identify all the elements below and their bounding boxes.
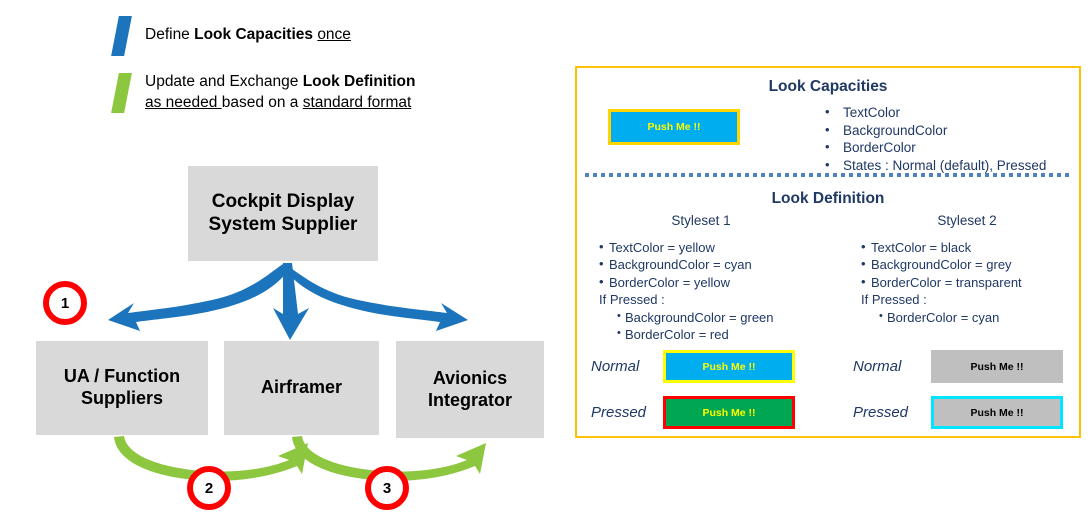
list-item: TextColor	[821, 103, 1046, 122]
flow-box-airframer[interactable]: Airframer	[224, 341, 379, 435]
list-item: TextColor = yellow	[599, 238, 829, 257]
blue-arrow-right	[285, 264, 468, 331]
step-badge-3-number: 3	[382, 479, 392, 497]
flow-box-ua-line2: Suppliers	[80, 388, 163, 408]
flow-box-ua-line1: UA / Function	[63, 366, 181, 387]
flow-box-cockpit-display-system-supplier[interactable]: Cockpit Display System Supplier	[188, 166, 378, 261]
list-item: TextColor = black	[861, 238, 1091, 257]
list-item: BackgroundColor	[821, 121, 1046, 140]
list-item: BorderColor = transparent	[861, 273, 1091, 292]
styleset-2-pressed-button[interactable]: Push Me !!	[931, 396, 1063, 429]
legend-label-define: Define Look Capacities once	[145, 24, 351, 45]
step-badge-2[interactable]: 2	[187, 466, 231, 510]
styleset-2-column: Styleset 2 TextColor = black BackgroundC…	[861, 212, 1091, 326]
flow-box-cds-text: Cockpit Display System Supplier	[209, 191, 358, 237]
legend-update-u1: as needed	[145, 94, 222, 111]
step-badge-2-number: 2	[204, 479, 214, 497]
legend-update-mid: based on a	[221, 94, 303, 111]
look-panel: Look Capacities Push Me !! TextColor Bac…	[575, 66, 1081, 438]
flow-box-avionics-line1: Avionics	[432, 367, 508, 388]
legend-update-line2: as needed based on a standard format	[145, 92, 416, 113]
list-item: BackgroundColor = green	[599, 308, 829, 327]
blue-slant-marker-icon	[111, 16, 132, 56]
legend-update-line1: Update and Exchange Look Definition	[145, 71, 416, 92]
styleset-1-props: TextColor = yellow BackgroundColor = cya…	[599, 238, 829, 292]
list-item: BackgroundColor = grey	[861, 255, 1091, 274]
slide-canvas: Define Look Capacities once Update and E…	[0, 0, 1091, 530]
styleset-1-pressed-button[interactable]: Push Me !!	[663, 396, 795, 429]
legend-text-underline: once	[317, 26, 351, 43]
styleset-1-normal-button-label: Push Me !!	[702, 360, 756, 373]
flow-box-avionics-integrator[interactable]: Avionics Integrator	[396, 341, 544, 438]
styleset-1-column: Styleset 1 TextColor = yellow Background…	[599, 212, 829, 344]
list-item: BackgroundColor = cyan	[599, 255, 829, 274]
look-capacities-sample-button-label: Push Me !!	[647, 121, 701, 133]
list-item: BorderColor = cyan	[861, 308, 1091, 327]
flow-box-avionics-text: Avionics Integrator	[428, 368, 512, 411]
styleset-2-pressed-props: BorderColor = cyan	[861, 308, 1091, 327]
list-item: States : Normal (default), Pressed	[821, 156, 1046, 175]
styleset-1-pressed-label: Pressed	[591, 404, 647, 421]
styleset-2-normal-row: Normal Push Me !!	[853, 350, 1063, 383]
styleset-1-pressed-button-label: Push Me !!	[702, 406, 756, 419]
flow-box-airframer-text: Airframer	[260, 377, 343, 398]
legend-text-pre: Define	[145, 26, 195, 43]
styleset-1-if-pressed-label: If Pressed :	[599, 292, 665, 307]
flow-box-cds-line2: System Supplier	[208, 213, 358, 235]
styleset-1-pressed-row: Pressed Push Me !!	[591, 396, 795, 429]
flow-box-ua-text: UA / Function Suppliers	[64, 366, 180, 409]
styleset-2-normal-button[interactable]: Push Me !!	[931, 350, 1063, 383]
styleset-2-if-pressed-label: If Pressed :	[861, 292, 927, 307]
styleset-1-normal-row: Normal Push Me !!	[591, 350, 795, 383]
flow-box-cds-line1: Cockpit Display	[211, 190, 355, 212]
styleset-2-normal-button-label: Push Me !!	[970, 360, 1024, 373]
styleset-2-pressed-label: Pressed	[853, 404, 909, 421]
green-slant-marker-icon	[111, 73, 132, 113]
look-capacities-title: Look Capacities	[768, 78, 888, 95]
look-capacities-list: TextColor BackgroundColor BorderColor St…	[821, 103, 1046, 175]
legend-update-bold: Look Definition	[302, 73, 416, 90]
look-definition-title: Look Definition	[771, 190, 885, 207]
list-item: BorderColor	[821, 138, 1046, 157]
blue-arrow-left	[108, 264, 289, 331]
legend-update-u2: standard format	[302, 94, 412, 111]
step-badge-1[interactable]: 1	[43, 281, 87, 325]
styleset-1-heading: Styleset 1	[671, 213, 731, 228]
look-capacities-sample-button[interactable]: Push Me !!	[608, 109, 740, 145]
step-badge-3[interactable]: 3	[365, 466, 409, 510]
list-item: BorderColor = yellow	[599, 273, 829, 292]
legend-text-bold: Look Capacities	[194, 26, 313, 43]
styleset-2-props: TextColor = black BackgroundColor = grey…	[861, 238, 1091, 292]
legend-label-update: Update and Exchange Look Definition as n…	[145, 71, 416, 113]
styleset-1-normal-button[interactable]: Push Me !!	[663, 350, 795, 383]
section-divider	[585, 173, 1073, 177]
legend-update-pre: Update and Exchange	[145, 73, 303, 90]
styleset-1-pressed-props: BackgroundColor = green BorderColor = re…	[599, 308, 829, 344]
styleset-2-heading: Styleset 2	[937, 213, 997, 228]
styleset-2-normal-label: Normal	[853, 358, 902, 375]
step-badge-1-number: 1	[60, 294, 70, 312]
flow-box-avionics-line2: Integrator	[427, 389, 512, 410]
list-item: BorderColor = red	[599, 325, 829, 344]
styleset-1-normal-label: Normal	[591, 358, 640, 375]
flow-box-ua-function-suppliers[interactable]: UA / Function Suppliers	[36, 341, 208, 435]
styleset-2-pressed-button-label: Push Me !!	[970, 406, 1024, 419]
styleset-2-pressed-row: Pressed Push Me !!	[853, 396, 1063, 429]
blue-arrow-down	[273, 263, 309, 340]
